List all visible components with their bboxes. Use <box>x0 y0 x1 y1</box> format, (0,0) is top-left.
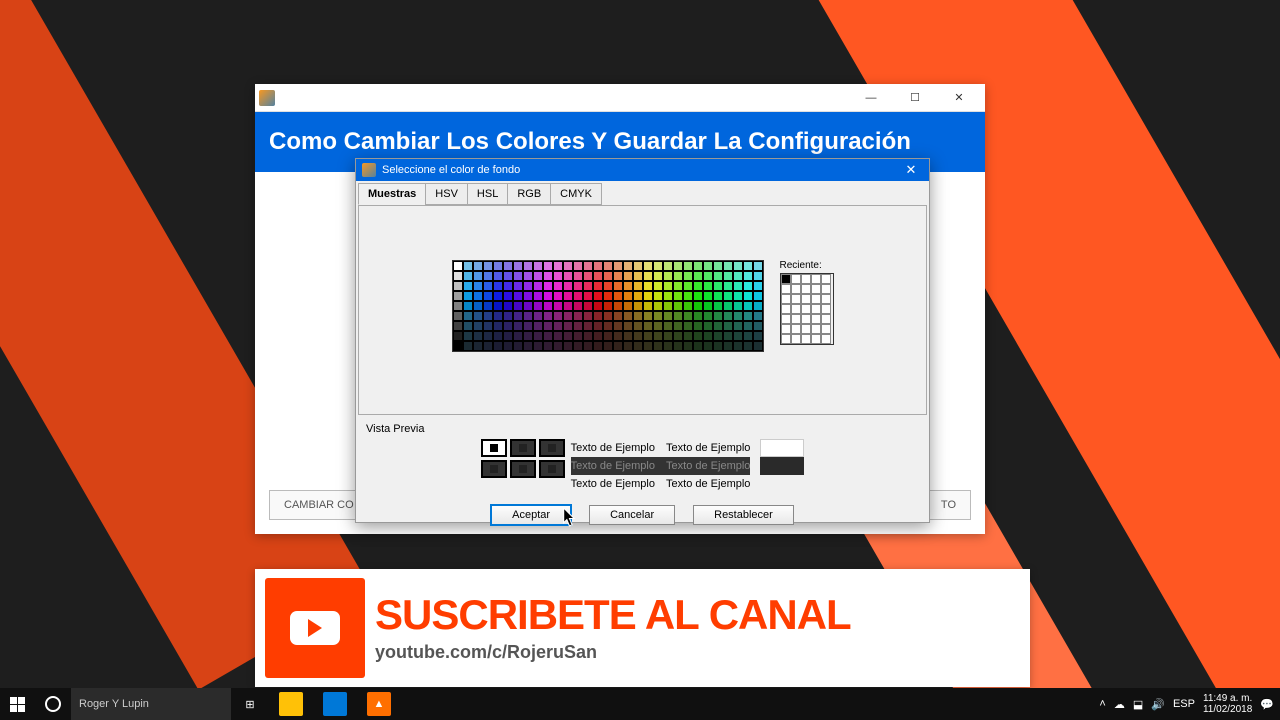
dialog-buttons: Aceptar Cancelar Restablecer <box>356 497 929 533</box>
tab-hsl[interactable]: HSL <box>467 183 508 205</box>
subscribe-banner: SUSCRIBETE AL CANAL youtube.com/c/Rojeru… <box>255 569 1030 687</box>
recent-label: Reciente: <box>780 260 834 271</box>
java-icon <box>259 90 275 106</box>
swatches-panel: Reciente: <box>358 205 927 415</box>
maximize-button[interactable]: ☐ <box>893 85 937 111</box>
taskbar-clock[interactable]: 11:49 a. m. 11/02/2018 <box>1203 693 1252 715</box>
cortana-button[interactable] <box>35 688 71 720</box>
file-explorer-icon[interactable] <box>269 688 313 720</box>
taskbar: Roger Y Lupin ⊞ ▲ ˄ ☁ ⬓ 🔊 ESP 11:49 a. m… <box>0 688 1280 720</box>
preview-label: Vista Previa <box>366 423 919 435</box>
banner-title: SUSCRIBETE AL CANAL <box>375 594 851 636</box>
onedrive-icon[interactable]: ☁ <box>1114 698 1125 711</box>
store-icon[interactable] <box>313 688 357 720</box>
change-color-button[interactable]: CAMBIAR CO <box>269 490 369 520</box>
network-icon[interactable]: ⬓ <box>1133 698 1143 711</box>
dialog-close-button[interactable]: ✕ <box>899 160 923 180</box>
color-swatch-grid[interactable] <box>452 260 764 352</box>
tab-rgb[interactable]: RGB <box>507 183 551 205</box>
start-button[interactable] <box>0 688 35 720</box>
youtube-icon[interactable] <box>265 578 365 678</box>
tray-up-icon[interactable]: ˄ <box>1099 698 1105 710</box>
task-view-button[interactable]: ⊞ <box>231 688 269 720</box>
recent-colors-grid[interactable] <box>780 273 834 345</box>
banner-url: youtube.com/c/RojeruSan <box>375 642 851 663</box>
color-chooser-dialog: Seleccione el color de fondo ✕ Muestras … <box>355 158 930 523</box>
java-icon <box>362 163 376 177</box>
ok-button[interactable]: Aceptar <box>491 505 571 525</box>
close-button[interactable]: ✕ <box>937 85 981 111</box>
taskbar-search[interactable]: Roger Y Lupin <box>71 688 231 720</box>
window-titlebar[interactable]: — ☐ ✕ <box>255 84 985 112</box>
preview-section: Vista Previa Texto de Ejemplo Texto de E… <box>358 419 927 497</box>
tab-hsv[interactable]: HSV <box>425 183 468 205</box>
preview-solid <box>756 439 804 475</box>
cancel-button[interactable]: Cancelar <box>589 505 675 525</box>
right-button[interactable]: TO <box>926 490 971 520</box>
reset-button[interactable]: Restablecer <box>693 505 794 525</box>
tab-muestras[interactable]: Muestras <box>358 183 426 205</box>
vlc-icon[interactable]: ▲ <box>357 688 401 720</box>
minimize-button[interactable]: — <box>849 85 893 111</box>
preview-texts: Texto de Ejemplo Texto de Ejemplo Texto … <box>571 439 751 493</box>
language-indicator[interactable]: ESP <box>1173 698 1195 710</box>
dialog-title: Seleccione el color de fondo <box>382 164 520 176</box>
preview-boxes <box>481 439 565 478</box>
dialog-titlebar[interactable]: Seleccione el color de fondo ✕ <box>356 159 929 181</box>
color-tabs: Muestras HSV HSL RGB CMYK <box>356 181 929 205</box>
tab-cmyk[interactable]: CMYK <box>550 183 602 205</box>
notifications-icon[interactable]: 💬 <box>1260 698 1274 711</box>
volume-icon[interactable]: 🔊 <box>1151 698 1165 711</box>
